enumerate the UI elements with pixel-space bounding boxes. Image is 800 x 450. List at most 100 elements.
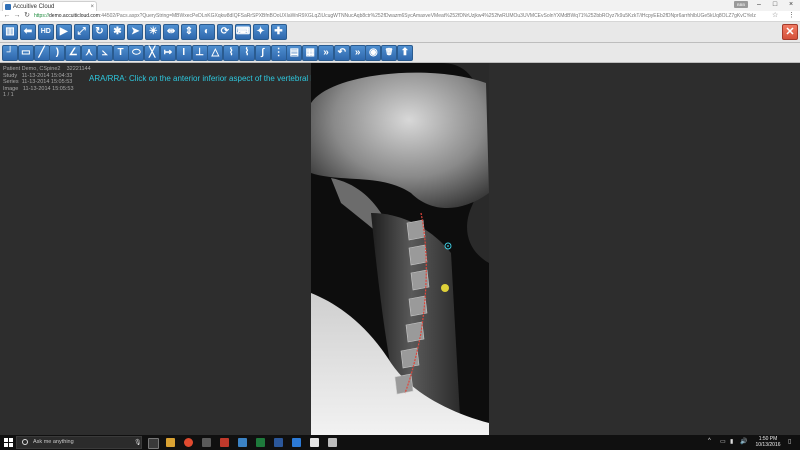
- triangle-icon[interactable]: △: [207, 45, 224, 61]
- t-tool-icon[interactable]: T: [112, 45, 129, 61]
- calendar-icon[interactable]: [310, 438, 319, 447]
- viewer-toolbar-top: ✕ ▥ ⬅ HD ▶ ⤢ ↻ ✱ ➤ ☀ ⇹ ⇕ ◐ ⟳ ⌨ ✦ ✚: [0, 22, 800, 43]
- pointer-icon[interactable]: ➤: [127, 24, 144, 40]
- minimize-icon[interactable]: –: [752, 0, 766, 10]
- angle-icon[interactable]: ∠: [65, 45, 82, 61]
- excel-icon[interactable]: [256, 438, 265, 447]
- browser-forward-icon[interactable]: →: [12, 11, 22, 21]
- browser-tab[interactable]: Accuitive Cloud ×: [2, 1, 97, 11]
- distance-icon[interactable]: ↦: [160, 45, 176, 61]
- taskbar-clock[interactable]: 1:50 PM 10/13/2016: [753, 436, 783, 448]
- grid-icon[interactable]: ▦: [302, 45, 319, 61]
- bookmark-star-icon[interactable]: ☆: [772, 11, 778, 21]
- invert-icon[interactable]: ◐: [198, 24, 215, 40]
- browser-tab-bar: Accuitive Cloud × BBB – □ ×: [0, 0, 800, 11]
- windows-start-icon[interactable]: [4, 438, 13, 447]
- brightness-icon[interactable]: ☀: [145, 24, 162, 40]
- eye-icon[interactable]: ◉: [365, 45, 382, 61]
- lumbar-icon[interactable]: ⋮: [270, 45, 287, 61]
- spine-icon[interactable]: ⌇: [239, 45, 255, 61]
- gravity-line-icon[interactable]: ⊥: [191, 45, 208, 61]
- favicon-icon: [5, 4, 11, 10]
- cervical-spine-xray[interactable]: [311, 63, 489, 435]
- info-label: Study: [3, 72, 22, 79]
- magic-wand-icon[interactable]: ✦: [252, 24, 269, 40]
- undo-icon[interactable]: ↶: [333, 45, 350, 61]
- flip-horizontal-icon[interactable]: ⇹: [163, 24, 180, 40]
- cine-play-icon[interactable]: ▶: [55, 24, 72, 40]
- upload-icon[interactable]: ⬆: [397, 45, 413, 61]
- info-value: 1 / 1: [3, 92, 14, 98]
- measurement-toolbar: ┘ ▭ ╱) ∠ ⋏ ⦣ T ⬭ ╳ ↦ I ⊥ △ ⌇ ⌇ ∫ ⋮ ▤ ▦» ↶» ◉ 🗑 ⬆: [0, 43, 800, 63]
- battery-icon[interactable]: ▮: [730, 438, 733, 445]
- vertebral-body: [408, 244, 428, 266]
- caliper-icon[interactable]: ▭: [17, 45, 34, 61]
- microphone-icon[interactable]: 🎙: [134, 439, 142, 446]
- tray-up-icon[interactable]: ^: [708, 438, 711, 444]
- vertebral-body: [394, 373, 414, 395]
- ellipse-icon[interactable]: ⬭: [128, 45, 145, 61]
- vertebral-body: [400, 347, 420, 369]
- flip-vertical-icon[interactable]: ⇕: [181, 24, 197, 40]
- vertebra-icon[interactable]: ⌇: [223, 45, 240, 61]
- dicom-info-overlay: Patient Demo, CSpine2 32221144 Study 11-1…: [3, 66, 91, 99]
- info-value: 11-13-2014 15:05:53: [21, 79, 73, 85]
- word-icon[interactable]: [274, 438, 283, 447]
- app-icon-2[interactable]: [220, 438, 229, 447]
- app-icon-3[interactable]: [238, 438, 247, 447]
- info-label: Patient: [3, 66, 22, 72]
- outlook-icon[interactable]: [292, 438, 301, 447]
- rotate-icon[interactable]: ↻: [91, 24, 108, 40]
- image-viewer[interactable]: Patient Demo, CSpine2 32221144 Study 11-1…: [0, 63, 800, 435]
- keyboard-icon[interactable]: ⌨: [234, 24, 251, 40]
- url-field[interactable]: https://demo.accuiticloud.com:44502/Pacs…: [34, 12, 764, 20]
- app-icon-1[interactable]: [202, 438, 211, 447]
- taskbar-search[interactable]: Ask me anything 🎙: [16, 436, 142, 449]
- hd-icon[interactable]: HD: [37, 24, 54, 40]
- spine-curve-icon[interactable]: ): [49, 45, 66, 61]
- info-value: 11-13-2014 15:04:33: [21, 72, 73, 79]
- browser-menu-icon[interactable]: ⋮: [788, 11, 795, 21]
- info-value: Demo, CSpine2 32221144: [21, 66, 91, 72]
- redo-icon[interactable]: »: [349, 45, 366, 61]
- url-path: :44502/Pacs.aspx?QueryString=MBWxecPeDLn…: [99, 13, 756, 19]
- chrome-icon[interactable]: [184, 438, 193, 447]
- fit-screen-icon[interactable]: ⤢: [73, 24, 90, 40]
- ruler-icon[interactable]: ┘: [2, 45, 18, 61]
- cross-line-icon[interactable]: ╳: [144, 45, 161, 61]
- cursor-marker: [441, 284, 449, 292]
- settings-icon[interactable]: ✱: [109, 24, 126, 40]
- cobb-angle-icon[interactable]: ⋏: [81, 45, 97, 61]
- info-label: Series: [3, 79, 22, 85]
- notifications-icon[interactable]: ▯: [788, 438, 791, 445]
- clock-date: 10/13/2016: [755, 442, 781, 448]
- browser-reload-icon[interactable]: ↻: [22, 11, 32, 21]
- search-icon: [22, 439, 28, 445]
- maximize-icon[interactable]: □: [768, 0, 782, 10]
- text-tool-icon[interactable]: I: [175, 45, 192, 61]
- tab-close-icon[interactable]: ×: [90, 2, 94, 11]
- cross-icon[interactable]: ✚: [270, 24, 287, 40]
- mail-icon[interactable]: [328, 438, 337, 447]
- line-icon[interactable]: ╱: [33, 45, 50, 61]
- cervical-icon[interactable]: ∫: [254, 45, 271, 61]
- layout-icon[interactable]: ▥: [2, 24, 18, 40]
- profile-badge[interactable]: BBB: [734, 1, 748, 8]
- template-icon[interactable]: ▤: [286, 45, 303, 61]
- forward-icon[interactable]: »: [318, 45, 334, 61]
- window-close-icon[interactable]: ×: [784, 0, 798, 10]
- info-row: 1 / 1: [3, 92, 91, 99]
- volume-icon[interactable]: 🔊: [740, 438, 747, 445]
- close-viewer-button[interactable]: ✕: [782, 24, 798, 40]
- refresh-icon[interactable]: ⟳: [216, 24, 233, 40]
- file-explorer-icon[interactable]: [166, 438, 175, 447]
- browser-back-icon[interactable]: ←: [2, 11, 12, 21]
- tab-title: Accuitive Cloud: [13, 4, 55, 10]
- info-value: 11-13-2014 15:05:53: [22, 85, 74, 92]
- task-view-icon[interactable]: [148, 438, 159, 449]
- address-bar: ← → ↻ https://demo.accuiticloud.com:4450…: [0, 11, 800, 22]
- trash-icon[interactable]: 🗑: [381, 45, 398, 61]
- back-arrow-icon[interactable]: ⬅: [19, 24, 36, 40]
- network-icon[interactable]: ▭: [720, 438, 726, 445]
- angle-open-icon[interactable]: ⦣: [96, 45, 113, 61]
